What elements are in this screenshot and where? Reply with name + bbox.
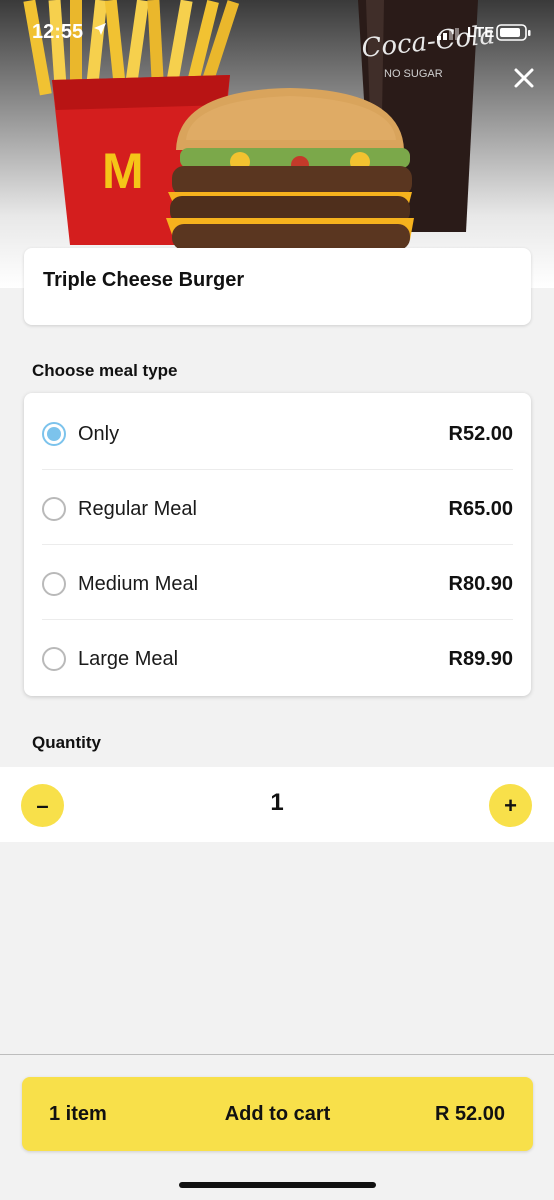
meal-option-price: R80.90 [448,573,514,595]
product-title-card: Triple Cheese Burger [24,248,531,325]
meal-option-regular[interactable]: Regular Meal R65.00 [42,470,513,545]
radio-unselected-icon[interactable] [42,497,66,521]
network-type: LTE [467,24,495,41]
meal-option-price: R65.00 [448,498,514,520]
close-button[interactable] [510,64,538,92]
meal-type-options: Only R52.00 Regular Meal R65.00 Medium M… [24,393,531,696]
close-icon [514,68,534,88]
battery-icon [496,23,532,48]
home-indicator[interactable] [179,1182,376,1188]
meal-option-label: Large Meal [78,648,179,670]
add-to-cart-button[interactable]: 1 item Add to cart R 52.00 [22,1077,533,1151]
meal-option-price: R89.90 [448,648,514,670]
status-bar: 12:55 LTE [0,0,554,66]
meal-option-only[interactable]: Only R52.00 [42,395,513,470]
quantity-value: 1 [270,789,284,816]
product-name: Triple Cheese Burger [43,269,245,291]
quantity-heading: Quantity [32,733,101,752]
meal-option-large[interactable]: Large Meal R89.90 [42,620,513,695]
radio-unselected-icon[interactable] [42,572,66,596]
mcdonalds-logo: M [102,143,144,199]
status-time: 12:55 [32,21,84,43]
location-arrow-icon [93,22,107,41]
quantity-stepper: – 1 + [0,767,554,842]
meal-option-label: Regular Meal [78,498,197,520]
divider [0,1054,554,1055]
plus-icon: + [504,792,517,818]
cart-total: R 52.00 [434,1103,505,1125]
radio-selected-icon[interactable] [42,422,66,446]
svg-text:NO SUGAR: NO SUGAR [384,68,443,80]
meal-option-price: R52.00 [448,423,514,445]
meal-option-label: Only [78,423,120,445]
meal-option-label: Medium Meal [78,573,199,595]
radio-unselected-icon[interactable] [42,647,66,671]
cellular-signal-icon [437,27,461,45]
meal-type-heading: Choose meal type [32,361,178,380]
burger-illustration [166,88,414,252]
increase-quantity-button[interactable]: + [489,784,532,827]
meal-option-medium[interactable]: Medium Meal R80.90 [42,545,513,620]
